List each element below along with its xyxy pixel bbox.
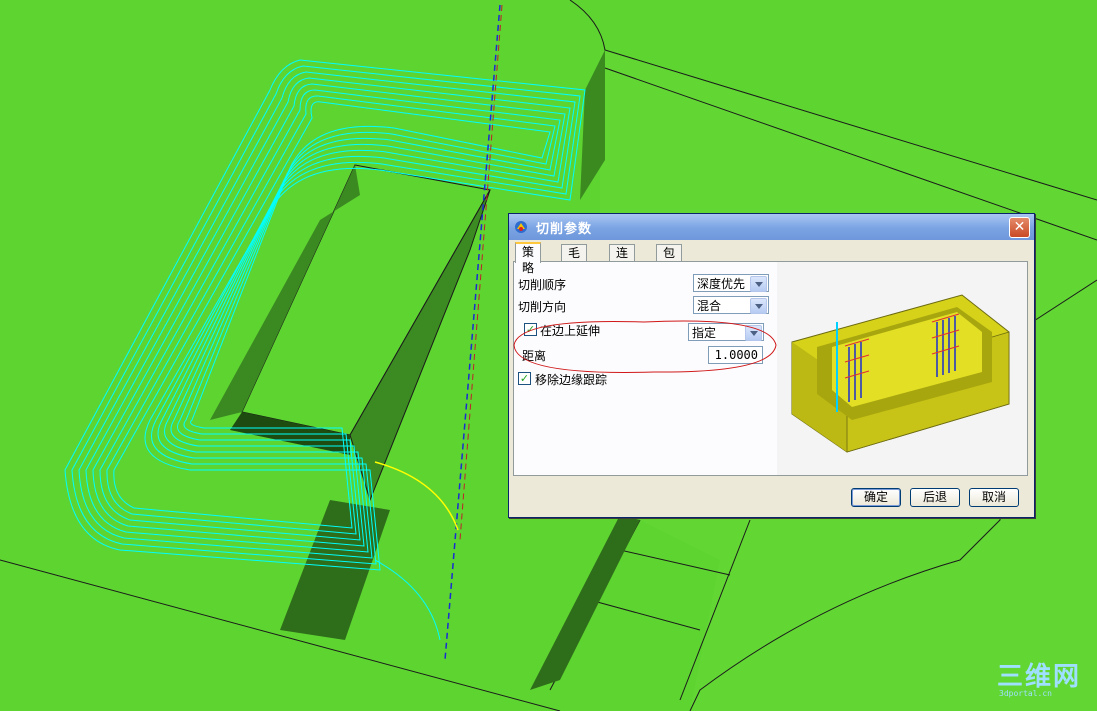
tab-containment[interactable]: 包容 — [656, 244, 683, 276]
tab-strategy[interactable]: 策略 — [515, 242, 542, 275]
cut-params-dialog: 切削参数 ✕ 策略 毛坯 连接 包容 切削顺序 深度优先 切削方向 混合 ✓ 在… — [508, 213, 1035, 518]
chevron-down-icon[interactable] — [750, 276, 767, 292]
cut-order-value: 深度优先 — [697, 277, 746, 291]
tab-stock[interactable]: 毛坯 — [561, 244, 588, 276]
cut-order-label: 切削顺序 — [518, 278, 567, 292]
close-button[interactable]: ✕ — [1009, 217, 1030, 238]
extend-on-edge-illustration — [791, 294, 1010, 453]
watermark-logo: 三维网 — [997, 662, 1082, 692]
tab-panel-strategy: 切削顺序 深度优先 切削方向 混合 ✓ 在边上延伸 指定 距离 1.0000 ✓… — [513, 261, 1028, 476]
ok-button[interactable]: 确定 — [851, 488, 901, 507]
dialog-title: 切削参数 — [536, 221, 593, 237]
back-button[interactable]: 后退 — [910, 488, 960, 507]
app-icon — [515, 221, 527, 233]
watermark-url: 3dportal.cn — [999, 689, 1052, 698]
tab-connections[interactable]: 连接 — [609, 244, 636, 276]
strategy-preview-image — [777, 262, 1027, 475]
remove-edge-trace-checkbox[interactable]: ✓ — [518, 372, 531, 385]
site-watermark: 三维网 3dportal.cn — [997, 656, 1089, 702]
annotation-ellipse — [513, 320, 777, 373]
cut-order-select[interactable]: 深度优先 — [693, 274, 769, 292]
remove-edge-trace-label: 移除边缘跟踪 — [535, 373, 608, 387]
dialog-titlebar[interactable]: 切削参数 ✕ — [509, 214, 1034, 240]
cancel-button[interactable]: 取消 — [969, 488, 1019, 507]
